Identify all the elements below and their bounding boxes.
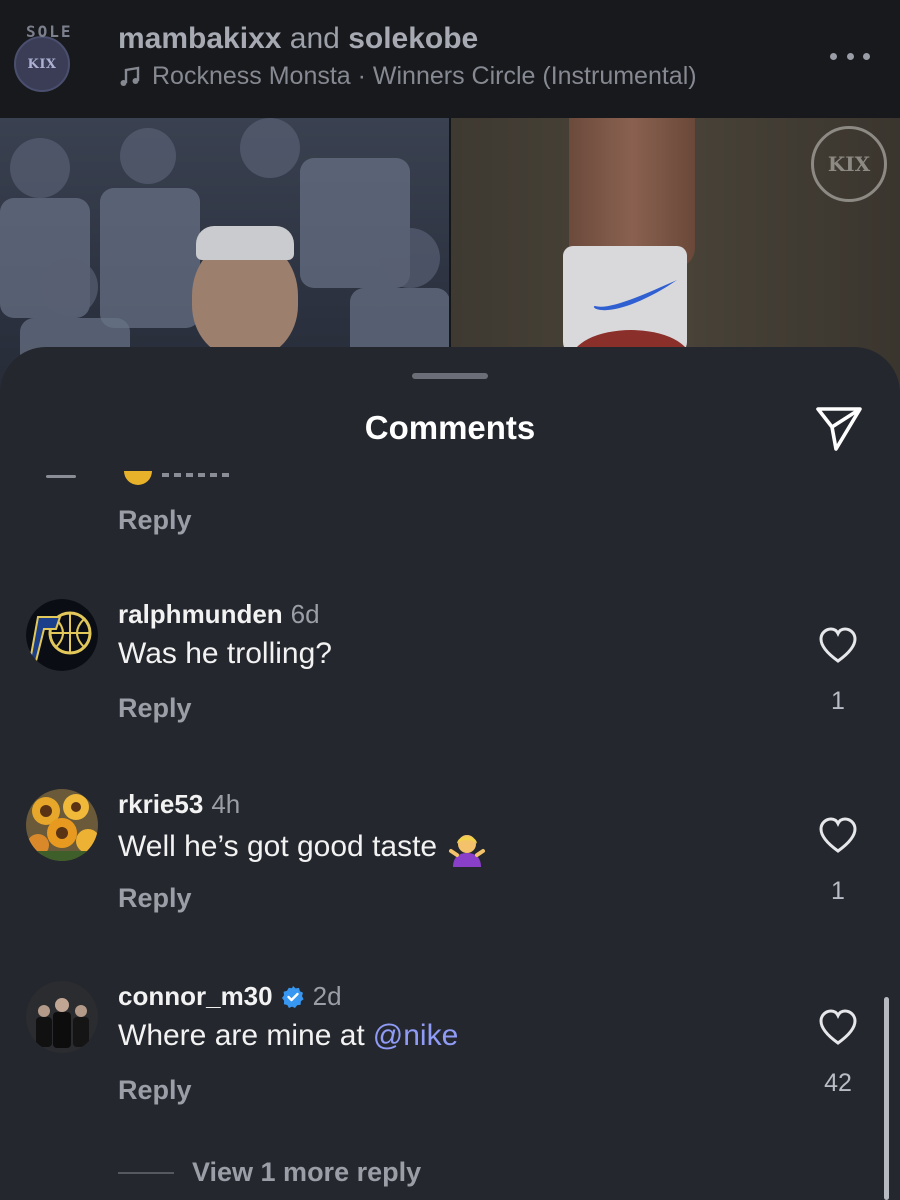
comment-username[interactable]: rkrie53 4h: [118, 789, 240, 820]
comment-body: Where are mine at: [118, 1019, 365, 1052]
comment-body: Was he trolling?: [118, 637, 332, 670]
partial-comment-line: [46, 475, 76, 478]
heart-icon[interactable]: [818, 1009, 858, 1047]
post-authors: mambakixx and solekobe: [118, 22, 478, 56]
sheet-drag-handle[interactable]: [412, 373, 488, 379]
reply-button[interactable]: Reply: [118, 883, 192, 914]
comment-text: Well he’s got good taste: [118, 827, 487, 867]
comment-timestamp: 2d: [312, 981, 342, 1011]
partial-emoji-icon: [124, 471, 152, 485]
reply-button[interactable]: Reply: [118, 1075, 192, 1106]
username-text: ralphmunden: [118, 599, 283, 629]
comment-username[interactable]: ralphmunden 6d: [118, 599, 320, 630]
partial-comment-text: [162, 473, 230, 477]
author-link-1[interactable]: mambakixx: [118, 22, 281, 55]
heart-icon[interactable]: [818, 817, 858, 855]
account-avatar[interactable]: KIX: [14, 36, 70, 92]
comment-item: connor_m30 2d Where are mine at @nike Re…: [0, 981, 900, 1141]
player-headband: [196, 226, 294, 260]
username-text: rkrie53: [118, 789, 204, 819]
comments-sheet: Comments Reply ralphmunden 6d Was he tro…: [0, 347, 900, 1200]
comment-item: rkrie53 4h Well he’s got good taste Repl…: [0, 789, 900, 949]
comment-body: Well he’s got good taste: [118, 830, 438, 863]
reply-button[interactable]: Reply: [118, 505, 192, 536]
like-count: 1: [831, 877, 845, 905]
scrollbar[interactable]: [884, 997, 889, 1200]
avatar-logo-text: KIX: [27, 56, 57, 72]
kix-watermark-logo: KIX: [811, 126, 887, 202]
audio-track[interactable]: Rockness Monsta · Winners Circle (Instru…: [118, 62, 697, 91]
authors-conjunction: and: [289, 22, 340, 55]
like-count: 42: [824, 1069, 852, 1097]
author-link-2[interactable]: solekobe: [348, 22, 478, 55]
send-share-icon[interactable]: [810, 403, 866, 453]
comment-text: Was he trolling?: [118, 637, 332, 671]
audio-track-label: Rockness Monsta · Winners Circle (Instru…: [152, 62, 697, 90]
sunflowers-avatar[interactable]: [26, 789, 98, 861]
woman-shrugging-emoji-icon: [449, 835, 486, 867]
view-more-label: View 1 more reply: [192, 1157, 422, 1187]
comment-text: Where are mine at @nike: [118, 1019, 458, 1053]
comment-item: ralphmunden 6d Was he trolling? Reply 1: [0, 599, 900, 759]
reply-button[interactable]: Reply: [118, 693, 192, 724]
username-text: connor_m30: [118, 981, 273, 1011]
music-note-icon: [120, 66, 140, 86]
view-more-replies-button[interactable]: View 1 more reply: [118, 1157, 421, 1188]
comment-timestamp: 6d: [290, 599, 320, 629]
verified-badge-icon: [281, 985, 304, 1008]
team-photo-avatar[interactable]: [26, 981, 98, 1053]
thread-line: [118, 1171, 174, 1174]
comment-timestamp: 4h: [211, 789, 241, 819]
heart-icon[interactable]: [818, 627, 858, 665]
more-options-icon[interactable]: [830, 46, 870, 66]
mention-link[interactable]: @nike: [373, 1019, 459, 1053]
sheet-title: Comments: [364, 409, 536, 446]
pacers-logo-avatar[interactable]: [26, 599, 98, 671]
watermark-text: KIX: [827, 152, 871, 176]
avatar-badge-logo: SOLE: [26, 22, 73, 41]
like-count: 1: [831, 687, 845, 715]
post-header: KIX SOLE mambakixx and solekobe Rockness…: [0, 0, 900, 118]
nike-swoosh-icon: [593, 280, 677, 311]
comment-username[interactable]: connor_m30 2d: [118, 981, 342, 1012]
